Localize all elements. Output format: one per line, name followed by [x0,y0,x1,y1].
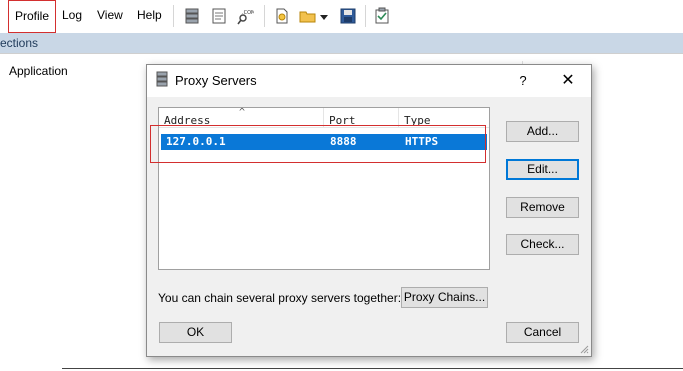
selection-annotation-box [150,125,486,163]
save-disk-icon[interactable] [339,7,357,25]
application-header-label: Application [9,64,68,78]
edit-button[interactable]: Edit... [506,159,579,180]
ok-button[interactable]: OK [159,322,232,343]
toolbar-separator [365,5,366,27]
remove-button[interactable]: Remove [506,197,579,218]
menu-help[interactable]: Help [131,0,168,33]
menu-log[interactable]: Log [56,0,88,33]
toolbar-separator [264,5,265,27]
resize-grip-icon[interactable] [579,344,589,354]
new-profile-icon[interactable] [273,7,291,25]
connections-label: ections [0,36,39,50]
notes-icon[interactable] [210,7,228,25]
menu-view[interactable]: View [91,0,129,33]
sort-up-icon: ^ [239,108,246,118]
cancel-button[interactable]: Cancel [506,322,579,343]
dialog-title: Proxy Servers [175,73,257,88]
proxy-chains-button[interactable]: Proxy Chains... [401,287,488,308]
check-button[interactable]: Check... [506,234,579,255]
server-icon [156,71,168,87]
add-button[interactable]: Add... [506,121,579,142]
menu-profile[interactable]: Profile [8,0,57,33]
open-folder-icon[interactable] [299,7,317,25]
toolbar-separator [173,5,174,27]
dropdown-arrow-icon[interactable] [318,7,330,25]
dialog-titlebar[interactable]: Proxy Servers ? ✕ [147,65,591,97]
connections-header: ections [0,33,683,53]
divider [62,368,683,369]
checklist-icon[interactable] [373,7,391,25]
close-button[interactable]: ✕ [557,71,579,91]
proxy-servers-dialog: Proxy Servers ? ✕ Address ^ Port Type 12… [146,64,592,357]
server-list-icon[interactable] [183,7,201,25]
chain-hint-text: You can chain several proxy servers toge… [158,291,402,305]
menu-bar: Profile Log View Help .COM [0,0,683,33]
help-button[interactable]: ? [513,71,533,91]
dns-com-icon[interactable]: .COM [236,7,254,25]
